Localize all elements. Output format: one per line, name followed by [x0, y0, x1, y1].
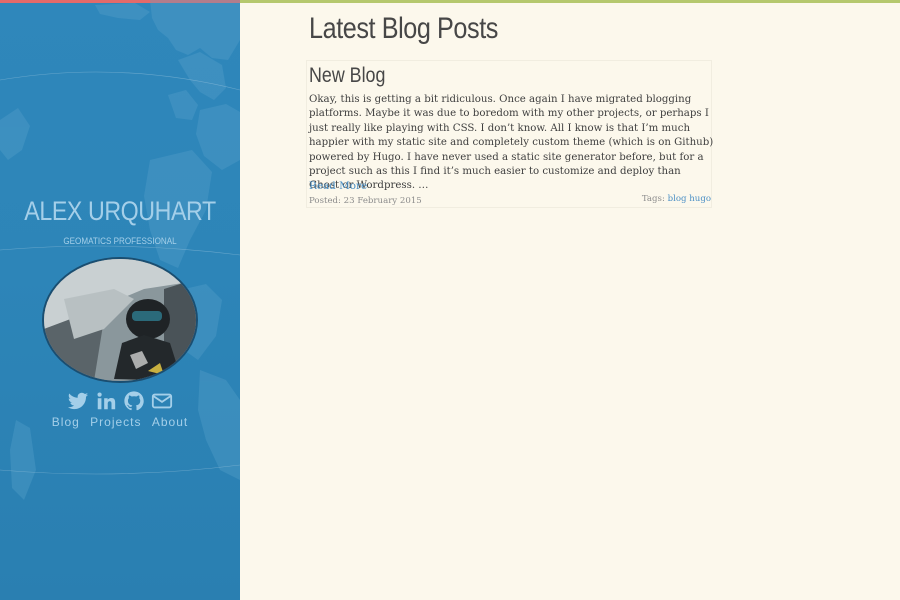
- avatar-photo: [44, 259, 196, 381]
- nav-about-link[interactable]: About: [152, 415, 188, 429]
- tag-blog-link[interactable]: blog: [668, 194, 687, 204]
- nav-blog-link[interactable]: Blog: [52, 415, 80, 429]
- read-more-link[interactable]: Read More: [309, 180, 367, 192]
- post-title-link[interactable]: New Blog: [309, 64, 385, 88]
- github-icon[interactable]: [123, 390, 145, 412]
- avatar: [42, 257, 198, 383]
- main-accent-bar: [240, 0, 900, 3]
- sidebar: ALEX URQUHART GEOMATICS PROFESSIONAL Blo…: [0, 0, 240, 600]
- twitter-icon[interactable]: [67, 390, 89, 412]
- author-name[interactable]: ALEX URQUHART: [17, 196, 223, 227]
- author-role: GEOMATICS PROFESSIONAL: [63, 236, 177, 246]
- tags-label: Tags:: [641, 194, 665, 204]
- nav-projects-link[interactable]: Projects: [90, 415, 141, 429]
- post-date: Posted: 23 February 2015: [309, 196, 422, 206]
- sidebar-nav: Blog Projects About: [0, 415, 240, 429]
- post-tags: Tags: blog hugo: [642, 194, 711, 204]
- tag-hugo-link[interactable]: hugo: [689, 194, 711, 204]
- email-icon[interactable]: [151, 390, 173, 412]
- post-summary: Okay, this is getting a bit ridiculous. …: [309, 94, 714, 192]
- linkedin-icon[interactable]: [95, 390, 117, 412]
- page-title: Latest Blog Posts: [309, 12, 498, 45]
- social-links: [0, 390, 240, 414]
